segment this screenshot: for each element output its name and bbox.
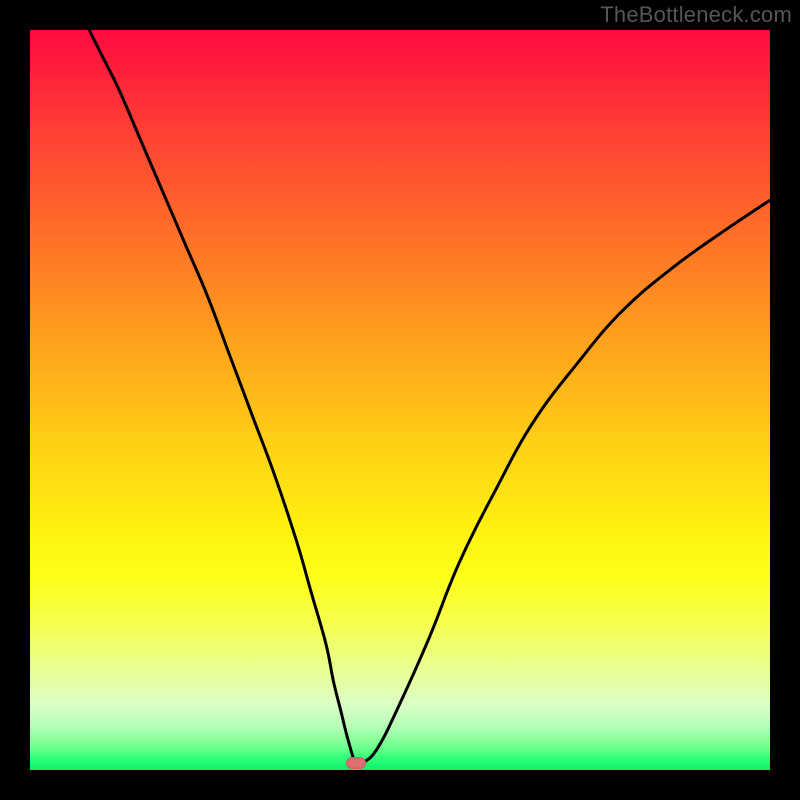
plot-area [30,30,770,770]
chart-frame: TheBottleneck.com [0,0,800,800]
bottleneck-curve [30,30,770,770]
bottleneck-marker [346,757,366,769]
watermark-label: TheBottleneck.com [600,2,792,28]
